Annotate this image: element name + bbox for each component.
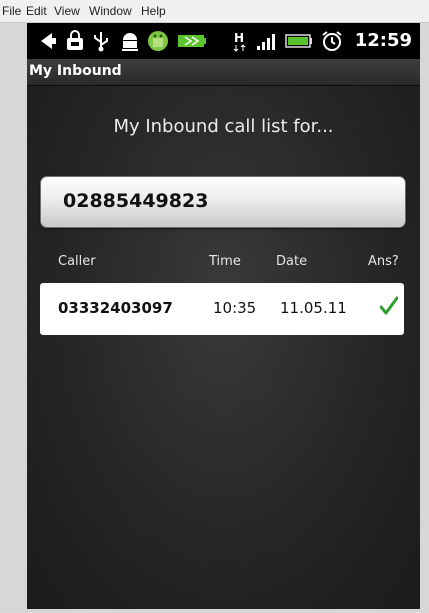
android-debug-icon	[122, 33, 138, 51]
hspa-icon: H	[233, 31, 246, 52]
device-screen: H 12:59 My Inbound My Inbound call list …	[27, 23, 420, 609]
lock-icon	[67, 30, 83, 50]
battery-icon	[285, 34, 312, 48]
menu-bar: File Edit View Window Help	[0, 0, 429, 23]
menu-help[interactable]: Help	[141, 4, 166, 18]
status-time: 12:59	[354, 30, 412, 51]
alarm-clock-icon	[322, 31, 342, 51]
number-button[interactable]: 02885449823	[40, 176, 406, 228]
menu-file[interactable]: File	[2, 4, 21, 18]
menu-window[interactable]: Window	[89, 4, 132, 18]
column-answered: Ans?	[368, 254, 399, 269]
signal-bars-icon	[257, 34, 275, 50]
call-date: 11.05.11	[280, 299, 347, 317]
menu-view[interactable]: View	[54, 4, 80, 18]
call-row[interactable]: 03332403097 10:35 11.05.11	[40, 283, 404, 335]
column-date: Date	[276, 254, 308, 269]
app-title-bar: My Inbound	[27, 59, 420, 86]
usb-icon	[94, 32, 108, 52]
call-caller: 03332403097	[58, 299, 173, 317]
status-bar: H 12:59	[27, 23, 420, 59]
call-time: 10:35	[213, 299, 257, 317]
menu-edit[interactable]: Edit	[26, 4, 47, 18]
app-title: My Inbound	[29, 63, 122, 79]
column-caller: Caller	[58, 254, 96, 269]
content-area: My Inbound call list for... 02885449823 …	[27, 86, 420, 609]
column-time: Time	[209, 254, 241, 269]
list-heading: My Inbound call list for...	[113, 116, 334, 137]
back-arrow-icon	[41, 33, 56, 49]
android-app-icon	[148, 31, 168, 51]
svg-text:H: H	[234, 31, 244, 45]
battery-charging-icon	[178, 35, 206, 47]
answered-check-icon	[380, 296, 398, 315]
number-label: 02885449823	[63, 190, 209, 212]
